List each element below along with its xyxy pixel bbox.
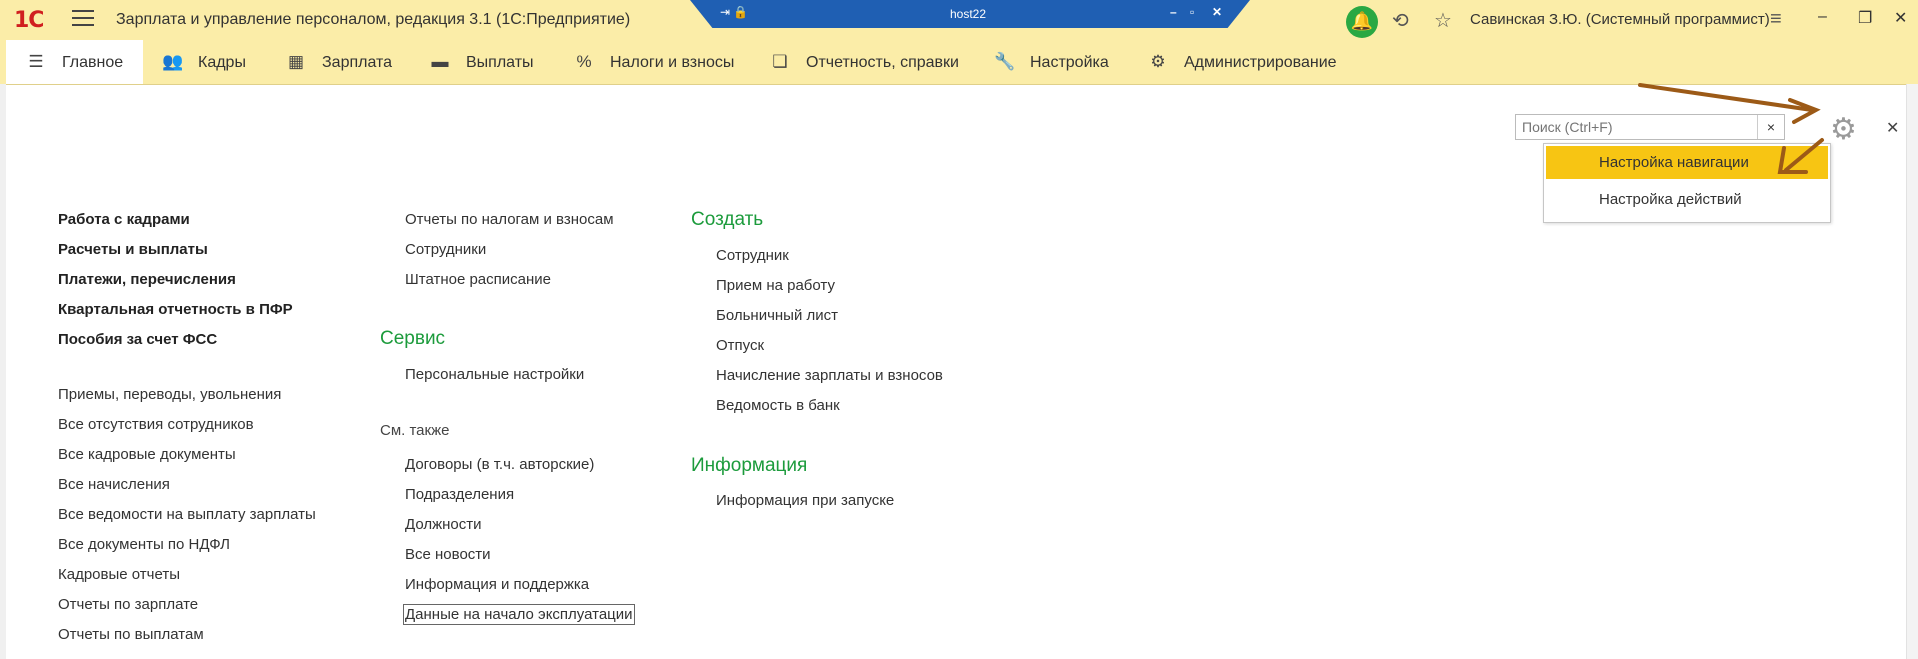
star-icon[interactable]: ☆: [1434, 8, 1452, 33]
restore-icon[interactable]: ❐: [1858, 8, 1872, 28]
link-create-bank-statement[interactable]: Ведомость в банк: [716, 397, 840, 414]
window-title: Зарплата и управление персоналом, редакц…: [116, 11, 631, 28]
link-startup-info[interactable]: Информация при запуске: [716, 492, 894, 509]
header-service: Сервис: [380, 328, 446, 349]
link-create-vacation[interactable]: Отпуск: [716, 337, 764, 354]
arrow-to-gear-head: [1788, 98, 1821, 124]
link-personal-settings[interactable]: Персональные настройки: [405, 366, 584, 383]
header-see-also: См. также: [380, 422, 450, 439]
gear-icon[interactable]: ⚙: [1830, 112, 1857, 147]
section-settings[interactable]: 🔧 Настройка: [994, 40, 1109, 84]
menu-item-navigation-settings[interactable]: Настройка навигации: [1546, 146, 1828, 179]
section-main[interactable]: ☰ Главное: [6, 40, 144, 84]
link-create-employee[interactable]: Сотрудник: [716, 247, 789, 264]
section-payments[interactable]: ▬ Выплаты: [430, 40, 534, 84]
link-pfr-reports[interactable]: Квартальная отчетность в ПФР: [58, 301, 293, 318]
link-tax-reports[interactable]: Отчеты по налогам и взносам: [405, 211, 614, 228]
wrench-icon: 🔧: [994, 52, 1016, 71]
section-admin[interactable]: ⚙ Администрирование: [1148, 40, 1336, 84]
section-reports[interactable]: ❏ Отчетность, справки: [770, 40, 959, 84]
rdp-close-icon[interactable]: ✕: [1212, 5, 1222, 19]
rdp-host-label: host22: [950, 7, 987, 21]
sections-panel: ☰ Главное 👥 Кадры ▦ Зарплата ▬ Выплаты % Нало…: [0, 40, 1918, 85]
percent-icon: %: [576, 52, 592, 71]
hamburger-icon[interactable]: [72, 10, 94, 28]
link-info-support[interactable]: Информация и поддержка: [405, 576, 589, 593]
settings-menu-icon[interactable]: ≡: [1770, 8, 1782, 31]
calculator-icon: ▦: [287, 52, 305, 71]
wallet-icon: ▬: [431, 52, 449, 71]
link-hr-docs[interactable]: Все кадровые документы: [58, 446, 236, 463]
current-user: Савинская З.Ю. (Системный программист): [1470, 11, 1770, 28]
clear-search-icon[interactable]: ×: [1757, 115, 1784, 139]
link-initial-data[interactable]: Данные на начало эксплуатации: [403, 604, 635, 625]
menu-item-action-settings[interactable]: Настройка действий: [1544, 181, 1830, 218]
link-create-hiring[interactable]: Прием на работу: [716, 277, 835, 294]
search-input[interactable]: [1516, 115, 1768, 139]
close-window-icon[interactable]: ✕: [1894, 8, 1907, 28]
arrow-to-gear: [1638, 83, 1814, 112]
link-salary-reports[interactable]: Отчеты по зарплате: [58, 596, 198, 613]
link-hirings[interactable]: Приемы, переводы, увольнения: [58, 386, 281, 403]
link-positions[interactable]: Должности: [405, 516, 482, 533]
link-staffing[interactable]: Штатное расписание: [405, 271, 551, 288]
link-contracts[interactable]: Договоры (в т.ч. авторские): [405, 456, 594, 473]
link-hr-work[interactable]: Работа с кадрами: [58, 211, 190, 228]
documents-icon: ❏: [772, 52, 788, 71]
link-transfers[interactable]: Платежи, перечисления: [58, 271, 236, 288]
list-icon: ☰: [28, 52, 44, 71]
rdp-restore-icon[interactable]: ▫: [1190, 5, 1194, 19]
link-fss-benefits[interactable]: Пособия за счет ФСС: [58, 331, 217, 348]
link-payroll-statements[interactable]: Все ведомости на выплату зарплаты: [58, 506, 316, 523]
people-icon: 👥: [162, 52, 184, 71]
link-create-payroll[interactable]: Начисление зарплаты и взносов: [716, 367, 943, 384]
link-departments[interactable]: Подразделения: [405, 486, 514, 503]
link-calc-payments[interactable]: Расчеты и выплаты: [58, 241, 208, 258]
gear-icon: ⚙: [1150, 52, 1166, 71]
settings-dropdown: Настройка навигации Настройка действий: [1543, 143, 1831, 223]
pin-icon[interactable]: ⇥ 🔒: [720, 5, 748, 19]
app-logo: 1С: [14, 8, 44, 33]
header-create: Создать: [691, 209, 764, 230]
rdp-connection-bar: ⇥ 🔒 host22 – ▫ ✕: [690, 0, 1250, 28]
history-icon[interactable]: ⟲: [1392, 8, 1409, 33]
minimize-icon[interactable]: –: [1818, 8, 1827, 26]
section-salary[interactable]: ▦ Зарплата: [286, 40, 392, 84]
link-payment-reports[interactable]: Отчеты по выплатам: [58, 626, 204, 643]
title-bar: 1С Зарплата и управление персоналом, ред…: [0, 0, 1918, 40]
left-edge: [0, 84, 6, 659]
link-hr-reports[interactable]: Кадровые отчеты: [58, 566, 180, 583]
scrollbar[interactable]: [1906, 84, 1918, 659]
annotation-arrows: [1638, 83, 1824, 174]
link-accruals[interactable]: Все начисления: [58, 476, 170, 493]
link-create-sick-leave[interactable]: Больничный лист: [716, 307, 838, 324]
link-employees[interactable]: Сотрудники: [405, 241, 486, 258]
close-icon[interactable]: ✕: [1886, 118, 1899, 138]
link-absences[interactable]: Все отсутствия сотрудников: [58, 416, 254, 433]
link-ndfl-docs[interactable]: Все документы по НДФЛ: [58, 536, 230, 553]
search-field[interactable]: ×: [1515, 114, 1785, 140]
rdp-minimize-icon[interactable]: –: [1170, 5, 1177, 19]
section-hr[interactable]: 👥 Кадры: [162, 40, 246, 84]
bell-icon[interactable]: 🔔: [1346, 6, 1378, 38]
header-information: Информация: [691, 455, 808, 476]
section-taxes[interactable]: % Налоги и взносы: [574, 40, 734, 84]
link-news[interactable]: Все новости: [405, 546, 491, 563]
